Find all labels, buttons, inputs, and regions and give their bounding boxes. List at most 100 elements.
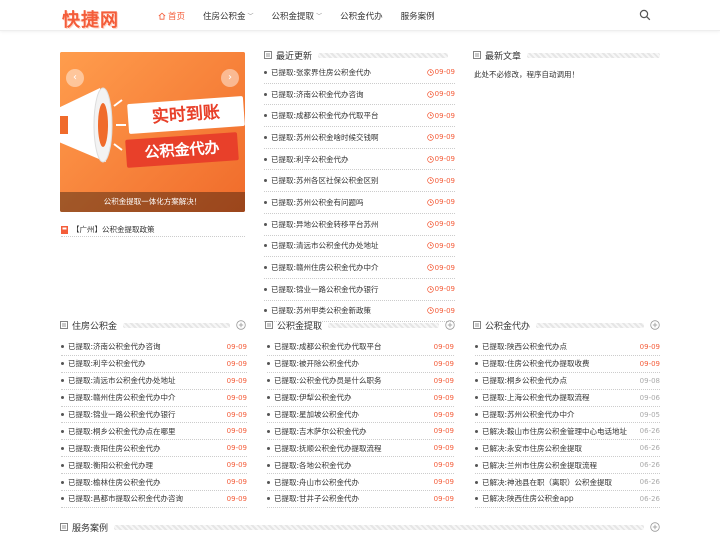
list-item-title[interactable]: 已提取:苏州公积金啥时候交钱啊 xyxy=(271,132,379,143)
list-item[interactable]: 已提取:赣州住房公积金代办中介 09-09 xyxy=(264,257,455,279)
slider-news-item[interactable]: 【广州】公积金提取政策 xyxy=(61,223,245,237)
nav-housing-fund[interactable]: 住房公积金 ﹀ xyxy=(203,10,254,22)
list-item-title[interactable]: 已提取:苏州公积金有问题吗 xyxy=(271,197,364,208)
list-item-title[interactable]: 已提取:上海公积金代办提取流程 xyxy=(482,392,590,403)
list-item-title[interactable]: 已提取:住房公积金代办提取收费 xyxy=(482,358,590,369)
list-item-title[interactable]: 已提取:桐乡公积金代办点在哪里 xyxy=(68,426,176,437)
plus-icon[interactable] xyxy=(650,320,660,330)
list-item[interactable]: 已提取:桐乡公积金代办点 09-08 xyxy=(475,373,660,390)
list-item-title[interactable]: 已提取:利辛公积金代办 xyxy=(68,358,146,369)
plus-icon[interactable] xyxy=(236,320,246,330)
list-item[interactable]: 已提取:贵阳住房公积金代办 09-09 xyxy=(61,440,247,458)
list-item[interactable]: 已提取:抚顺公积金代办提取流程 09-09 xyxy=(267,440,454,458)
list-item-title[interactable]: 已提取:锦业一路公积金代办银行 xyxy=(271,284,379,295)
list-item-title[interactable]: 已解决:鞍山市住房公积金管理中心电话地址 xyxy=(482,426,627,437)
list-item-title[interactable]: 已提取:抚顺公积金代办提取流程 xyxy=(274,443,382,454)
list-item-title[interactable]: 已提取:苏州公积金代办中介 xyxy=(482,409,575,420)
list-item-title[interactable]: 已提取:赣州住房公积金代办中介 xyxy=(271,262,379,273)
list-item-title[interactable]: 已解决:永安市住房公积金提取 xyxy=(482,443,582,454)
list-item-title[interactable]: 已提取:被开除公积金代办 xyxy=(274,358,359,369)
list-item[interactable]: 已提取:赣州住房公积金代办中介 09-09 xyxy=(61,390,247,407)
slider-prev-button[interactable]: ‹ xyxy=(66,69,84,87)
site-logo[interactable]: 快捷网 xyxy=(62,6,119,32)
nav-home[interactable]: 首页 xyxy=(158,10,185,22)
list-item-title[interactable]: 已提取:昌都市提取公积金代办咨询 xyxy=(68,493,183,504)
list-item[interactable]: 已解决:鞍山市住房公积金管理中心电话地址 06-26 xyxy=(475,423,660,441)
list-item-title[interactable]: 已提取:济南公积金代办咨询 xyxy=(271,89,364,100)
list-item[interactable]: 已提取:上海公积金代办提取流程 09-06 xyxy=(475,390,660,407)
list-item[interactable]: 已提取:异地公积金转移平台苏州 09-09 xyxy=(264,214,455,236)
list-item[interactable]: 已提取:济南公积金代办咨询 09-09 xyxy=(61,339,247,356)
list-item-title[interactable]: 已提取:张家界住房公积金代办 xyxy=(271,67,371,78)
list-item[interactable]: 已提取:成都公积金代办代取平台 09-09 xyxy=(264,105,455,128)
list-item-title[interactable]: 已提取:陕西公积金代办点 xyxy=(482,341,567,352)
list-item[interactable]: 已提取:伊犁公积金代办 09-09 xyxy=(267,390,454,407)
list-item-title[interactable]: 已提取:清远市公积金代办处地址 xyxy=(271,240,379,251)
list-item-title[interactable]: 已提取:甘井子公积金代办 xyxy=(274,493,359,504)
list-item[interactable]: 已提取:公积金代办员是什么职务 09-09 xyxy=(267,373,454,390)
nav-service-cases[interactable]: 服务案例 xyxy=(401,10,435,22)
list-item[interactable]: 已提取:利辛公积金代办 09-09 xyxy=(61,356,247,373)
list-item-title[interactable]: 已提取:成都公积金代办代取平台 xyxy=(274,341,382,352)
list-item[interactable]: 已解决:兰州市住房公积金提取流程 06-26 xyxy=(475,457,660,475)
search-icon[interactable] xyxy=(639,9,651,21)
list-item[interactable]: 已提取:济南公积金代办咨询 09-09 xyxy=(264,84,455,106)
list-item-title[interactable]: 已解决:兰州市住房公积金提取流程 xyxy=(482,460,597,471)
list-item-title[interactable]: 已提取:利辛公积金代办 xyxy=(271,154,349,165)
list-item-title[interactable]: 已解决:陕西住房公积金app xyxy=(482,493,574,504)
list-item[interactable]: 已提取:苏州公积金有问题吗 09-09 xyxy=(264,192,455,214)
list-item[interactable]: 已提取:陕西公积金代办点 09-09 xyxy=(475,339,660,356)
list-item[interactable]: 已提取:星加坡公积金代办 09-09 xyxy=(267,407,454,424)
list-item[interactable]: 已提取:吉木萨尔公积金代办 09-09 xyxy=(267,423,454,441)
nav-fund-withdraw[interactable]: 公积金提取 ﹀ xyxy=(272,10,323,22)
list-item-title[interactable]: 已提取:衡阳公积金代办理 xyxy=(68,460,153,471)
list-item[interactable]: 已提取:桐乡公积金代办点在哪里 09-09 xyxy=(61,423,247,441)
list-item[interactable]: 已解决:陕西住房公积金app 06-26 xyxy=(475,491,660,508)
list-item-title[interactable]: 已提取:星加坡公积金代办 xyxy=(274,409,359,420)
list-item[interactable]: 已提取:舟山市公积金代办 09-09 xyxy=(267,474,454,492)
nav-fund-agency[interactable]: 公积金代办 xyxy=(340,10,383,22)
list-item-title[interactable]: 已提取:成都公积金代办代取平台 xyxy=(271,110,379,121)
plus-icon[interactable] xyxy=(445,320,455,330)
slide-caption[interactable]: 公积金提取一体化方案解决！ xyxy=(60,192,245,212)
list-item-title[interactable]: 已提取:锦业一路公积金代办银行 xyxy=(68,409,176,420)
list-item-title[interactable]: 已提取:公积金代办员是什么职务 xyxy=(274,375,382,386)
list-item-title[interactable]: 已提取:榆林住房公积金代办 xyxy=(68,477,161,488)
list-item[interactable]: 已提取:榆林住房公积金代办 09-09 xyxy=(61,474,247,492)
list-item[interactable]: 已解决:神池县在职（离职）公积金提取 06-26 xyxy=(475,474,660,492)
list-item-title[interactable]: 已解决:神池县在职（离职）公积金提取 xyxy=(482,477,612,488)
list-item[interactable]: 已提取:清远市公积金代办处地址 09-09 xyxy=(264,236,455,258)
list-item[interactable]: 已提取:昌都市提取公积金代办咨询 09-09 xyxy=(61,491,247,508)
list-item-title[interactable]: 已提取:伊犁公积金代办 xyxy=(274,392,352,403)
list-item[interactable]: 已提取:衡阳公积金代办理 09-09 xyxy=(61,457,247,475)
list-item-title[interactable]: 已提取:各地公积金代办 xyxy=(274,460,352,471)
list-item[interactable]: 已提取:苏州公积金代办中介 09-05 xyxy=(475,407,660,424)
list-item-title[interactable]: 已提取:清远市公积金代办处地址 xyxy=(68,375,176,386)
list-item-title[interactable]: 已提取:桐乡公积金代办点 xyxy=(482,375,567,386)
list-item-title[interactable]: 已提取:贵阳住房公积金代办 xyxy=(68,443,161,454)
list-item-title[interactable]: 已提取:苏州甲类公积金新政策 xyxy=(271,305,371,316)
document-icon xyxy=(265,321,273,329)
list-item-title[interactable]: 已提取:赣州住房公积金代办中介 xyxy=(68,392,176,403)
list-item[interactable]: 已提取:甘井子公积金代办 09-09 xyxy=(267,491,454,508)
list-item[interactable]: 已提取:苏州各区社保公积金区别 09-09 xyxy=(264,170,455,193)
list-item[interactable]: 已提取:成都公积金代办代取平台 09-09 xyxy=(267,339,454,356)
list-item[interactable]: 已解决:永安市住房公积金提取 06-26 xyxy=(475,440,660,458)
list-item[interactable]: 已提取:被开除公积金代办 09-09 xyxy=(267,356,454,373)
slider-next-button[interactable]: › xyxy=(221,69,239,87)
list-item-title[interactable]: 已提取:吉木萨尔公积金代办 xyxy=(274,426,367,437)
list-item-title[interactable]: 已提取:济南公积金代办咨询 xyxy=(68,341,161,352)
hero-slider[interactable]: 实时到账 公积金代办 公积金提取一体化方案解决！ xyxy=(60,52,245,212)
plus-icon[interactable] xyxy=(650,522,660,532)
list-item[interactable]: 已提取:苏州公积金啥时候交钱啊 09-09 xyxy=(264,127,455,149)
list-item-title[interactable]: 已提取:异地公积金转移平台苏州 xyxy=(271,219,379,230)
list-item[interactable]: 已提取:住房公积金代办提取收费 09-09 xyxy=(475,356,660,373)
list-item-title[interactable]: 已提取:舟山市公积金代办 xyxy=(274,477,359,488)
list-item[interactable]: 已提取:利辛公积金代办 09-09 xyxy=(264,149,455,171)
list-item-title[interactable]: 已提取:苏州各区社保公积金区别 xyxy=(271,175,379,186)
list-item[interactable]: 已提取:锦业一路公积金代办银行 09-09 xyxy=(61,407,247,424)
list-item[interactable]: 已提取:锦业一路公积金代办银行 09-09 xyxy=(264,279,455,301)
list-item[interactable]: 已提取:张家界住房公积金代办 09-09 xyxy=(264,62,455,84)
list-item[interactable]: 已提取:清远市公积金代办处地址 09-09 xyxy=(61,373,247,390)
list-item[interactable]: 已提取:各地公积金代办 09-09 xyxy=(267,457,454,475)
